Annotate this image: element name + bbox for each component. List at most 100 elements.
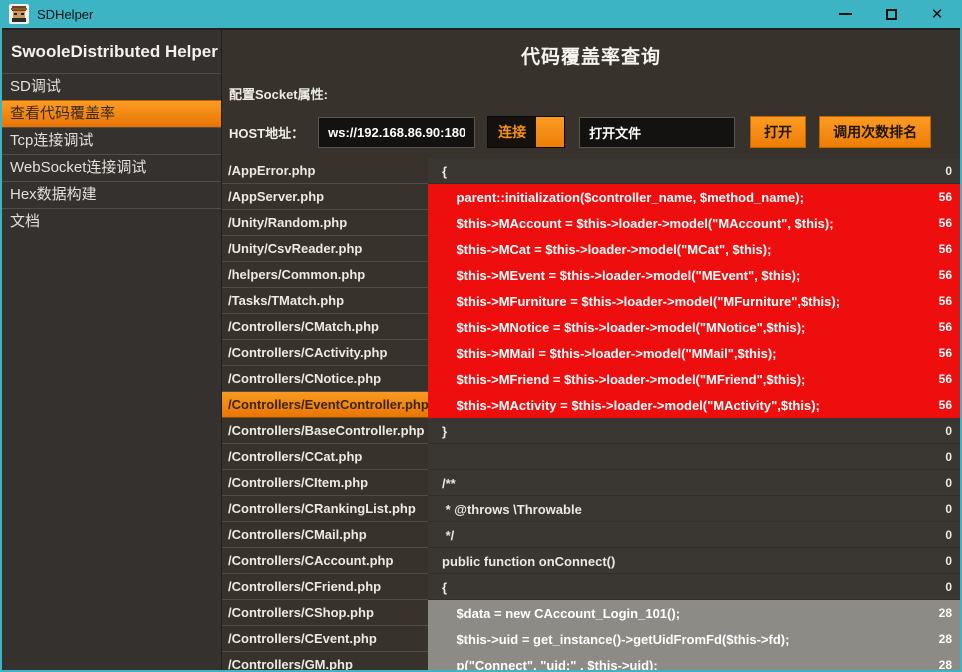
code-line-row: {0: [428, 574, 960, 600]
sidebar: SwooleDistributed Helper SD调试查看代码覆盖率Tcp连…: [2, 30, 222, 670]
code-line-text: $this->MEvent = $this->loader->model("ME…: [442, 268, 929, 283]
file-list-item[interactable]: /Tasks/TMatch.php: [222, 288, 428, 314]
file-list-item[interactable]: /Unity/Random.php: [222, 210, 428, 236]
code-coverage-panel: {0 parent::initialization($controller_na…: [428, 158, 960, 670]
code-line-text: $this->MAccount = $this->loader->model("…: [442, 216, 929, 231]
open-file-input[interactable]: [579, 117, 735, 148]
minimize-button[interactable]: [822, 0, 868, 28]
host-label: HOST地址：: [229, 123, 304, 142]
file-list-item[interactable]: /Controllers/CNotice.php: [222, 366, 428, 392]
file-list-item[interactable]: /Controllers/CCat.php: [222, 444, 428, 470]
window-body: SwooleDistributed Helper SD调试查看代码覆盖率Tcp连…: [2, 30, 960, 670]
close-icon: ✕: [931, 7, 944, 22]
code-line-text: $data = new CAccount_Login_101();: [442, 606, 929, 621]
code-line-text: $this->MFriend = $this->loader->model("M…: [442, 372, 929, 387]
window-controls: ✕: [822, 0, 960, 28]
code-line-text: {: [442, 164, 935, 179]
coverage-count: 56: [939, 346, 952, 360]
code-line-row: 0: [428, 444, 960, 470]
sidebar-item[interactable]: WebSocket连接调试: [2, 154, 221, 181]
file-list-item[interactable]: /Controllers/CRankingList.php: [222, 496, 428, 522]
coverage-count: 0: [945, 502, 952, 516]
coverage-count: 0: [945, 424, 952, 438]
call-count-rank-button[interactable]: 调用次数排名: [819, 116, 931, 148]
file-list-item[interactable]: /Controllers/CItem.php: [222, 470, 428, 496]
host-input[interactable]: [318, 117, 475, 148]
coverage-count: 0: [945, 476, 952, 490]
page-title: 代码覆盖率查询: [222, 42, 960, 69]
file-list-item[interactable]: /Controllers/CAccount.php: [222, 548, 428, 574]
code-line-row: parent::initialization($controller_name,…: [428, 184, 960, 210]
coverage-count: 0: [945, 528, 952, 542]
file-list-item[interactable]: /Controllers/EventController.php: [222, 392, 428, 418]
sidebar-item[interactable]: Hex数据构建: [2, 181, 221, 208]
code-line-row: $this->uid = get_instance()->getUidFromF…: [428, 626, 960, 652]
coverage-count: 0: [945, 164, 952, 178]
file-list: /AppError.php/AppServer.php/Unity/Random…: [222, 158, 428, 670]
code-line-row: */ 0: [428, 522, 960, 548]
file-list-item[interactable]: /Controllers/CMatch.php: [222, 314, 428, 340]
coverage-count: 56: [939, 216, 952, 230]
file-list-item[interactable]: /Controllers/CFriend.php: [222, 574, 428, 600]
code-line-row: /** 0: [428, 470, 960, 496]
socket-config-label: 配置Socket属性:: [229, 84, 960, 103]
file-list-item[interactable]: /Controllers/CMail.php: [222, 522, 428, 548]
close-button[interactable]: ✕: [914, 0, 960, 28]
file-list-item[interactable]: /Unity/CsvReader.php: [222, 236, 428, 262]
coverage-count: 56: [939, 190, 952, 204]
coverage-count: 0: [945, 554, 952, 568]
code-line-text: parent::initialization($controller_name,…: [442, 190, 929, 205]
app-window: SDHelper ✕ SwooleDistributed Helper SD调试…: [0, 0, 962, 672]
coverage-count: 56: [939, 242, 952, 256]
code-line-text: }: [442, 424, 935, 439]
code-line-row: $this->MCat = $this->loader->model("MCat…: [428, 236, 960, 262]
code-line-text: p("Connect", "uid:" . $this->uid);: [442, 658, 929, 671]
code-line-text: $this->MNotice = $this->loader->model("M…: [442, 320, 929, 335]
file-list-item[interactable]: /Controllers/CActivity.php: [222, 340, 428, 366]
sidebar-item[interactable]: 查看代码覆盖率: [2, 100, 221, 127]
code-line-row: $this->MMail = $this->loader->model("MMa…: [428, 340, 960, 366]
code-line-row: * @throws \Throwable0: [428, 496, 960, 522]
sidebar-item[interactable]: SD调试: [2, 73, 221, 100]
coverage-count: 56: [939, 268, 952, 282]
coverage-count: 28: [939, 606, 952, 620]
file-list-item[interactable]: /Controllers/CEvent.php: [222, 626, 428, 652]
code-line-row: $this->MNotice = $this->loader->model("M…: [428, 314, 960, 340]
sidebar-item[interactable]: 文档: [2, 208, 221, 235]
coverage-count: 56: [939, 294, 952, 308]
file-list-item[interactable]: /Controllers/GM.php: [222, 652, 428, 670]
code-line-row: public function onConnect() 0: [428, 548, 960, 574]
file-list-item[interactable]: /AppServer.php: [222, 184, 428, 210]
file-list-item[interactable]: /Controllers/BaseController.php: [222, 418, 428, 444]
connect-toggle-label: 连接: [488, 117, 536, 147]
code-line-row: $this->MFriend = $this->loader->model("M…: [428, 366, 960, 392]
coverage-count: 0: [945, 450, 952, 464]
code-line-row: }0: [428, 418, 960, 444]
sidebar-item[interactable]: Tcp连接调试: [2, 127, 221, 154]
connect-toggle[interactable]: 连接: [487, 116, 565, 148]
code-line-text: public function onConnect(): [442, 554, 935, 569]
coverage-count: 56: [939, 372, 952, 386]
code-line-text: $this->MActivity = $this->loader->model(…: [442, 398, 929, 413]
maximize-button[interactable]: [868, 0, 914, 28]
sidebar-header: SwooleDistributed Helper: [2, 30, 221, 73]
code-line-row: $this->MEvent = $this->loader->model("ME…: [428, 262, 960, 288]
coverage-count: 0: [945, 580, 952, 594]
code-line-row: $data = new CAccount_Login_101(); 28: [428, 600, 960, 626]
code-line-text: {: [442, 580, 935, 595]
coverage-content: /AppError.php/AppServer.php/Unity/Random…: [222, 158, 960, 670]
code-line-text: /**: [442, 476, 935, 491]
maximize-icon: [886, 9, 897, 20]
code-line-row: p("Connect", "uid:" . $this->uid);28: [428, 652, 960, 670]
sidebar-menu: SD调试查看代码覆盖率Tcp连接调试WebSocket连接调试Hex数据构建文档: [2, 73, 221, 235]
file-list-item[interactable]: /AppError.php: [222, 158, 428, 184]
code-line-text: */: [442, 528, 935, 543]
window-title: SDHelper: [37, 7, 93, 22]
coverage-count: 56: [939, 320, 952, 334]
code-line-row: {0: [428, 158, 960, 184]
file-list-item[interactable]: /Controllers/CShop.php: [222, 600, 428, 626]
coverage-count: 28: [939, 632, 952, 646]
titlebar: SDHelper ✕: [2, 0, 960, 30]
file-list-item[interactable]: /helpers/Common.php: [222, 262, 428, 288]
open-button[interactable]: 打开: [750, 116, 806, 148]
